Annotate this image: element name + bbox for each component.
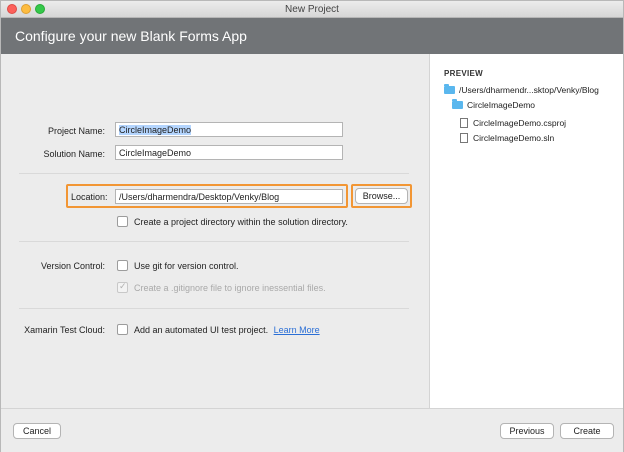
preview-project-folder: CircleImageDemo <box>452 99 536 110</box>
dialog-header: Configure your new Blank Forms App <box>1 18 623 54</box>
folder-icon <box>444 84 455 94</box>
use-git-checkbox[interactable] <box>117 260 128 271</box>
version-control-label: Version Control: <box>40 261 105 271</box>
browse-button[interactable]: Browse... <box>355 188 408 204</box>
cancel-button[interactable]: Cancel <box>13 423 61 439</box>
preview-file: CircleImageDemo.sln <box>460 131 554 143</box>
create-directory-checkbox[interactable] <box>117 216 128 227</box>
preview-root-path: /Users/dharmendr...sktop/Venky/Blog <box>459 85 599 95</box>
configuration-form: Project Name: CircleImageDemo Solution N… <box>1 54 429 408</box>
project-name-value: CircleImageDemo <box>119 125 192 135</box>
preview-panel: PREVIEW /Users/dharmendr...sktop/Venky/B… <box>429 54 623 408</box>
separator <box>19 308 409 309</box>
gitignore-label: Create a .gitignore file to ignore iness… <box>134 283 326 293</box>
folder-icon <box>452 99 463 109</box>
file-icon <box>460 133 468 143</box>
preview-file-name: CircleImageDemo.sln <box>473 133 555 143</box>
preview-title: PREVIEW <box>444 69 483 78</box>
create-button[interactable]: Create <box>560 423 614 439</box>
checkmark-icon: ✓ <box>119 281 127 291</box>
ui-test-text: Add an automated UI test project. <box>134 325 269 335</box>
learn-more-link[interactable]: Learn More <box>274 325 320 335</box>
ui-test-label: Add an automated UI test project. Learn … <box>134 325 320 335</box>
page-title: Configure your new Blank Forms App <box>15 28 247 44</box>
test-cloud-label: Xamarin Test Cloud: <box>24 325 105 335</box>
gitignore-checkbox: ✓ <box>117 281 128 293</box>
location-label: Location: <box>71 192 108 202</box>
create-directory-label: Create a project directory within the so… <box>134 217 348 227</box>
preview-folder-name: CircleImageDemo <box>467 100 536 110</box>
title-bar: New Project <box>1 1 623 18</box>
project-name-label: Project Name: <box>47 126 105 136</box>
ui-test-checkbox[interactable] <box>117 324 128 335</box>
separator <box>19 241 409 242</box>
location-input[interactable]: /Users/dharmendra/Desktop/Venky/Blog <box>115 189 343 204</box>
file-icon <box>460 118 468 128</box>
new-project-window: New Project Configure your new Blank For… <box>0 0 624 452</box>
solution-name-input[interactable]: CircleImageDemo <box>115 145 343 160</box>
use-git-label: Use git for version control. <box>134 261 239 271</box>
separator <box>19 173 409 174</box>
preview-file: CircleImageDemo.csproj <box>460 116 566 128</box>
window-title: New Project <box>285 4 339 15</box>
dialog-footer: Cancel Previous Create <box>1 408 623 452</box>
preview-root-folder: /Users/dharmendr...sktop/Venky/Blog <box>444 84 599 95</box>
previous-button[interactable]: Previous <box>500 423 554 439</box>
project-name-input[interactable]: CircleImageDemo <box>115 122 343 137</box>
preview-file-name: CircleImageDemo.csproj <box>473 118 567 128</box>
solution-name-label: Solution Name: <box>43 149 105 159</box>
